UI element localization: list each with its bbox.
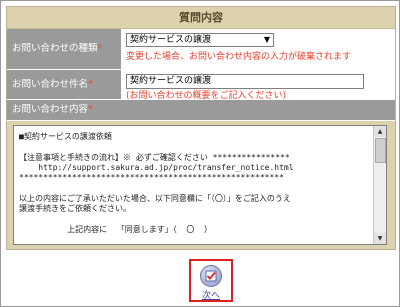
inquiry-body-area: ■契約サービスの譲渡依頼 【注意事項と手続きの流れ】※ 必ずご確認ください **… (7, 121, 395, 249)
scroll-up-arrow-icon[interactable]: ▲ (374, 126, 386, 137)
section-title: 質問内容 (7, 7, 395, 29)
inquiry-body-line: 以上の内容にご了承いただいた場合、以下同意欄に「（〇）」をご記入のうえ (19, 193, 291, 203)
inquiry-body-line (19, 235, 371, 244)
inquiry-subject-label: お問い合わせ件名 (12, 79, 89, 90)
inquiry-panel: 質問内容 お問い合わせの種類* 契約サービスの譲渡 ▼ 変更した場合、お問い合わ… (6, 6, 396, 250)
inquiry-body-line: 上記内容に 「同意します」（ 〇 ） (19, 224, 213, 234)
inquiry-body-line (19, 142, 371, 152)
inquiry-body-line: 【注意事項と手続きの流れ】※ 必ずご確認ください ***************… (19, 152, 290, 162)
inquiry-subject-input[interactable]: 契約サービスの譲渡 (126, 74, 364, 89)
inquiry-type-field-cell: 契約サービスの譲渡 ▼ 変更した場合、お問い合わせ内容の入力が破棄されます (121, 29, 395, 69)
inquiry-type-label-cell: お問い合わせの種類* (7, 29, 121, 69)
inquiry-subject-field-cell: 契約サービスの譲渡 (お問い合わせの概要をご記入ください) (121, 70, 395, 101)
inquiry-body-text: ■契約サービスの譲渡依頼 【注意事項と手続きの流れ】※ 必ずご確認ください **… (19, 132, 371, 244)
dropdown-arrow-icon: ▼ (263, 35, 270, 44)
inquiry-type-warning: 変更した場合、お問い合わせ内容の入力が破棄されます (126, 52, 352, 62)
required-mark: * (88, 104, 93, 115)
textarea-scrollbar[interactable]: ▲ ▼ (373, 126, 386, 244)
inquiry-body-line: 譲渡手続きをご依頼ください。 (19, 204, 131, 214)
inquiry-type-label: お問い合わせの種類 (12, 43, 98, 54)
next-button-label: 次へ (201, 291, 220, 301)
inquiry-body-line (19, 183, 371, 193)
inquiry-body-textarea[interactable]: ■契約サービスの譲渡依頼 【注意事項と手続きの流れ】※ 必ずご確認ください **… (13, 125, 387, 245)
next-button[interactable]: 次へ (189, 259, 233, 302)
inquiry-body-line: ■契約サービスの譲渡依頼 (19, 132, 112, 141)
scroll-down-arrow-icon[interactable]: ▼ (374, 233, 386, 244)
required-mark: * (88, 79, 93, 90)
inquiry-body-label-cell: お問い合わせ内容* (7, 100, 395, 120)
inquiry-body-line: ****************************************… (19, 173, 284, 183)
inquiry-type-select[interactable]: 契約サービスの譲渡 ▼ (126, 33, 274, 47)
inquiry-body-line (19, 214, 371, 224)
required-mark: * (97, 43, 103, 54)
inquiry-body-line: http://support.sakura.ad.jp/proc/transfe… (19, 162, 294, 172)
page-frame: 質問内容 お問い合わせの種類* 契約サービスの譲渡 ▼ 変更した場合、お問い合わ… (0, 0, 400, 307)
inquiry-type-selected: 契約サービスの譲渡 (130, 35, 212, 45)
inquiry-body-label: お問い合わせ内容 (12, 104, 89, 115)
check-mark-icon (200, 265, 222, 287)
scroll-thumb[interactable] (375, 138, 386, 163)
inquiry-subject-label-cell: お問い合わせ件名* (7, 70, 121, 99)
